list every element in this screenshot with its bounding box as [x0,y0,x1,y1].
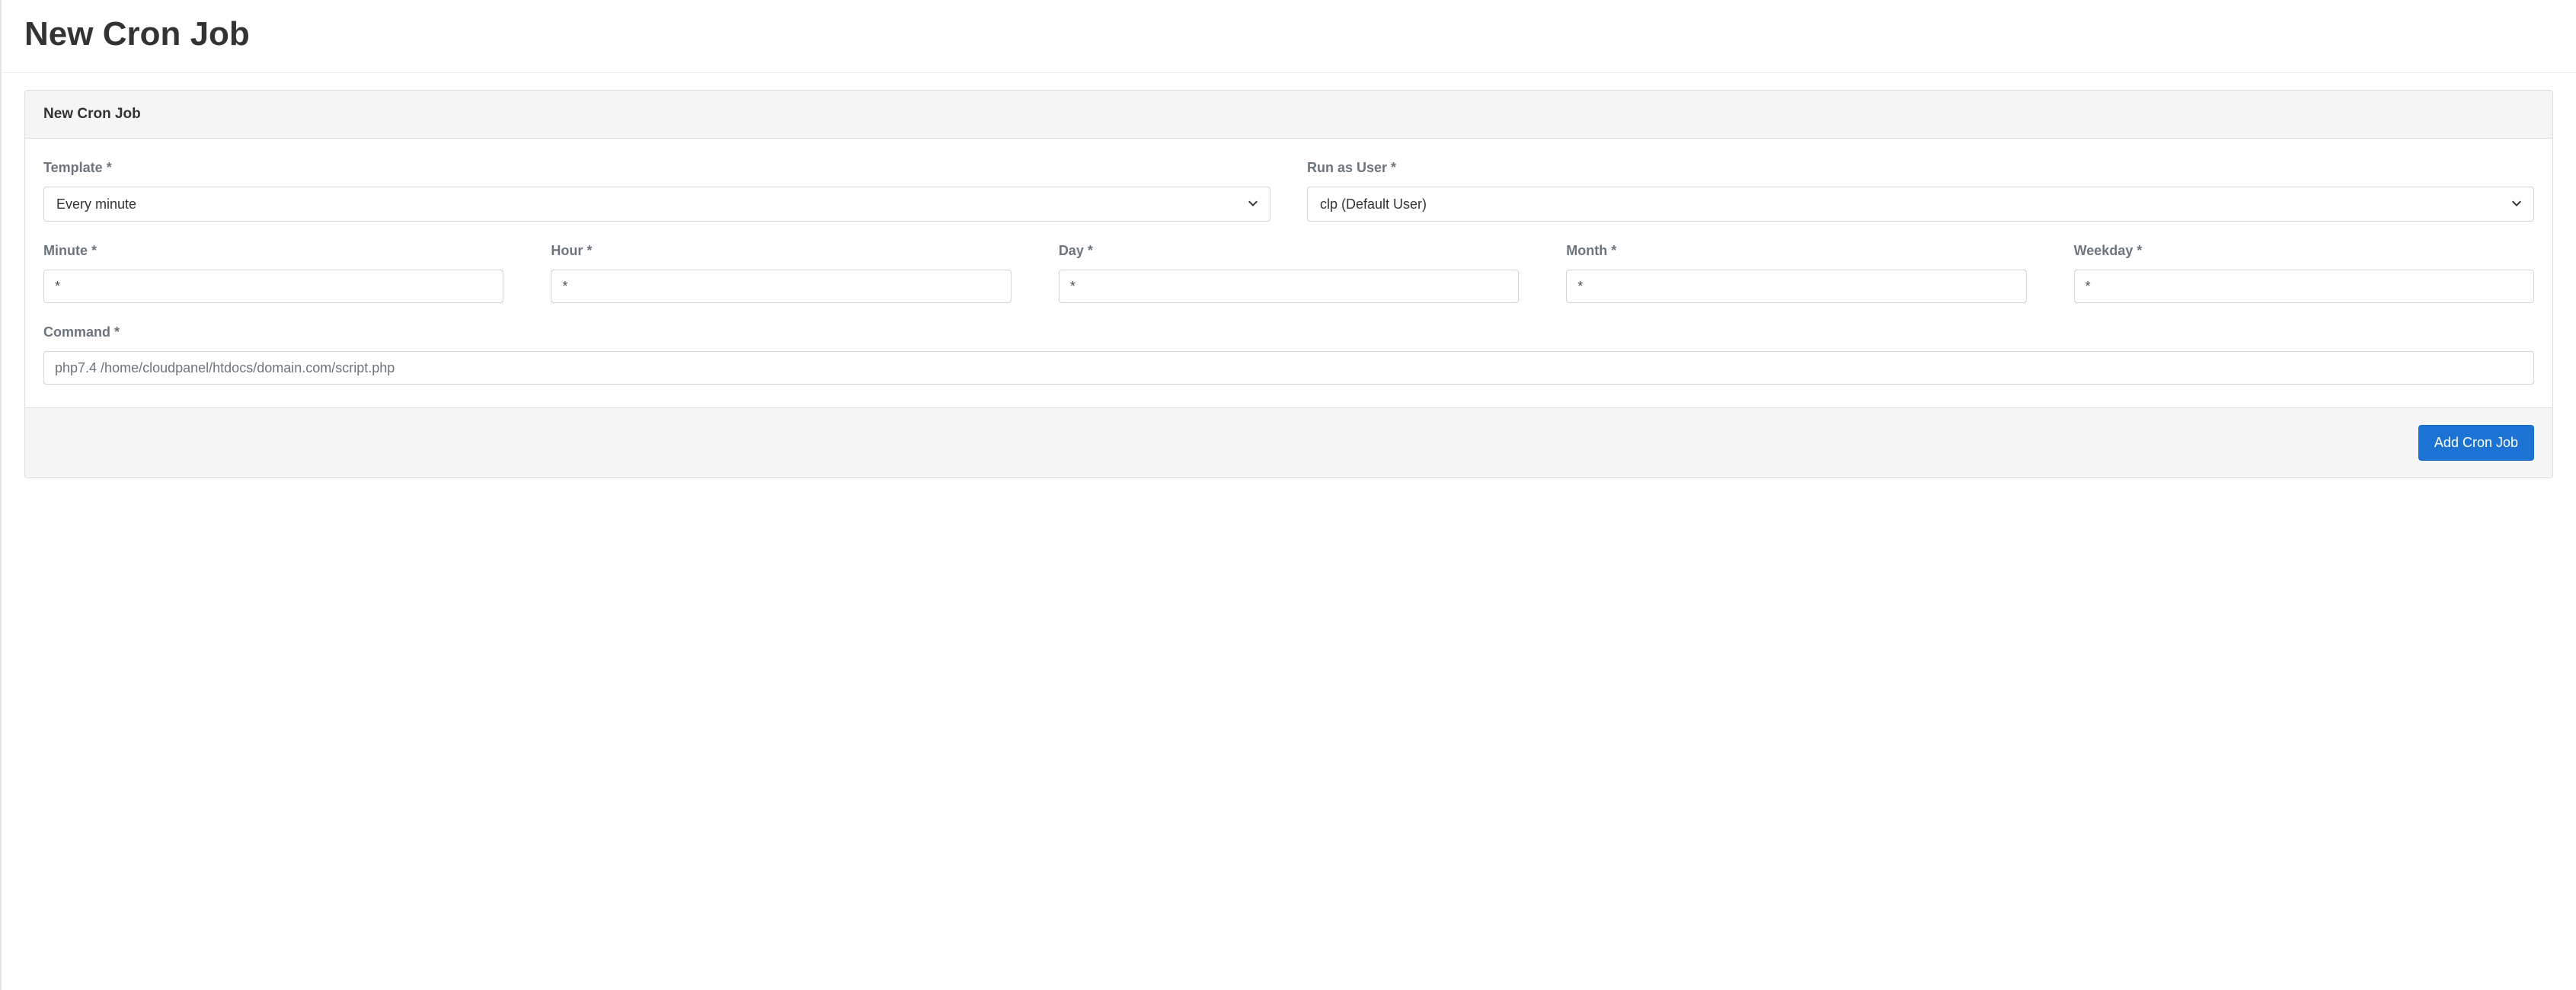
field-hour: Hour * [551,243,1011,303]
field-run-as-user: Run as User * clp (Default User) [1307,160,2534,222]
template-select[interactable]: Every minute [43,187,1270,222]
field-command: Command * [43,324,2534,385]
template-select-wrap: Every minute [43,187,1270,222]
command-label: Command * [43,324,2534,340]
minute-label: Minute * [43,243,503,259]
day-label: Day * [1059,243,1519,259]
day-input[interactable] [1059,270,1519,303]
template-label: Template * [43,160,1270,176]
field-template: Template * Every minute [43,160,1270,222]
row-command: Command * [43,324,2534,385]
panel-body: Template * Every minute Run as User * [25,139,2552,407]
run-as-user-label: Run as User * [1307,160,2534,176]
page-title: New Cron Job [2,8,2576,72]
month-label: Month * [1566,243,2026,259]
weekday-label: Weekday * [2074,243,2534,259]
minute-input[interactable] [43,270,503,303]
command-input[interactable] [43,351,2534,385]
hour-input[interactable] [551,270,1011,303]
row-template-user: Template * Every minute Run as User * [43,160,2534,222]
cron-job-panel: New Cron Job Template * Every minute [24,90,2553,478]
field-weekday: Weekday * [2074,243,2534,303]
row-schedule: Minute * Hour * Day * Month * Weekday * [43,243,2534,303]
field-minute: Minute * [43,243,503,303]
weekday-input[interactable] [2074,270,2534,303]
add-cron-job-button[interactable]: Add Cron Job [2418,425,2534,461]
title-divider [2,72,2576,73]
month-input[interactable] [1566,270,2026,303]
field-month: Month * [1566,243,2026,303]
field-day: Day * [1059,243,1519,303]
panel-header-title: New Cron Job [43,106,2534,123]
run-as-user-select[interactable]: clp (Default User) [1307,187,2534,222]
panel-footer: Add Cron Job [25,407,2552,477]
panel-header: New Cron Job [25,91,2552,139]
run-as-user-select-wrap: clp (Default User) [1307,187,2534,222]
hour-label: Hour * [551,243,1011,259]
